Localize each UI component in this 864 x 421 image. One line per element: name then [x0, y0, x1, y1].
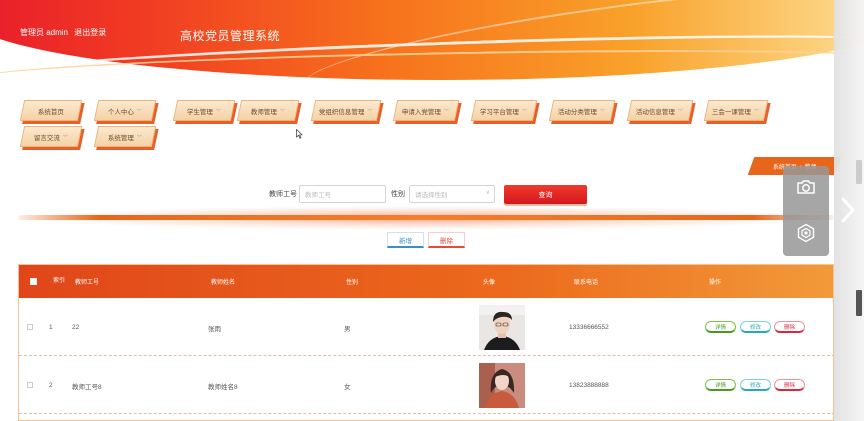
scrollbar-thumb[interactable] [856, 290, 862, 316]
logout-link[interactable]: 退出登录 [74, 28, 106, 37]
gender-select[interactable]: 请选择性别 ∨ [409, 185, 495, 203]
chevron-down-icon: ﹀ [279, 108, 285, 114]
cell-index: 1 [49, 324, 53, 331]
table-header: 索引 教师工号 教师姓名 性别 头像 联系电话 操作 [19, 265, 833, 298]
nav-item-label: 活动信息管理 [636, 108, 676, 116]
nav-item-label: 活动分类管理 [558, 108, 598, 116]
nav-item-student-management[interactable]: 学生管理 ﹀ [172, 100, 236, 121]
chevron-down-icon: ﹀ [136, 134, 142, 140]
gender-label: 性别 [391, 191, 405, 198]
teacher-no-label: 教师工号 [269, 191, 297, 198]
cell-name: 教师姓名8 [208, 383, 238, 391]
detail-button[interactable]: 详情 [705, 321, 736, 333]
chevron-down-icon: ﹀ [600, 108, 606, 114]
detail-button[interactable]: 详情 [705, 379, 736, 391]
edit-button[interactable]: 修改 [740, 379, 771, 391]
table-row: 1 22 张雨 男 13336666552 详情 修改 删除 [19, 299, 833, 356]
nav-item-home[interactable]: 系统首页 [19, 100, 83, 121]
nav-item-party-application[interactable]: 申请入党管理 ﹀ [392, 100, 460, 121]
chevron-down-icon: ﹀ [754, 108, 760, 114]
nav-item-learning-platform[interactable]: 学习平台管理 ﹀ [470, 100, 538, 121]
nav-item-label: 学习平台管理 [480, 108, 520, 116]
mouse-cursor-icon [296, 129, 303, 139]
nav-item-activity-category[interactable]: 活动分类管理 ﹀ [548, 100, 616, 121]
column-header-phone: 联系电话 [574, 280, 599, 286]
column-header-index: 索引 [53, 278, 66, 285]
column-header-avatar: 头像 [483, 280, 496, 286]
chevron-down-icon: ﹀ [522, 108, 528, 114]
chevron-down-icon: ﹀ [136, 108, 142, 114]
user-welcome: 管理员 admin 退出登录 [20, 27, 110, 38]
page: 管理员 admin 退出登录 高校党员管理系统 系统首页 个人中心 ﹀ 学生管理 ﹀… [0, 0, 864, 421]
teacher-no-input[interactable]: 教师工号 [299, 185, 386, 203]
row-checkbox[interactable] [27, 382, 33, 388]
batch-delete-button[interactable]: 删除 [428, 232, 465, 248]
column-header-actions: 操作 [709, 280, 722, 286]
cell-gender: 男 [344, 325, 351, 333]
nav-item-label: 留言交流 [33, 134, 60, 142]
cell-gender: 女 [344, 383, 351, 391]
table-row: 2 教师工号8 教师姓名8 女 13823888888 详情 修改 删除 [19, 357, 833, 414]
avatar [479, 305, 525, 350]
camera-icon[interactable] [793, 174, 819, 200]
row-checkbox[interactable] [27, 324, 33, 330]
nav-item-party-org[interactable]: 党组织信息管理 ﹀ [310, 100, 382, 121]
chevron-down-icon: ﹀ [367, 108, 373, 114]
header-banner: 管理员 admin 退出登录 高校党员管理系统 [0, 0, 864, 90]
column-header-name: 教师姓名 [211, 280, 236, 286]
teacher-table: 索引 教师工号 教师姓名 性别 头像 联系电话 操作 1 22 张雨 男 133… [18, 264, 834, 421]
chevron-down-icon: ﹀ [62, 134, 68, 140]
column-header-gender: 性别 [346, 280, 359, 286]
avatar [479, 363, 525, 408]
floating-tool-panel [783, 166, 829, 256]
avatar-photo-female [479, 363, 525, 408]
avatar-photo-male [479, 305, 525, 350]
cell-phone: 13823888888 [569, 382, 609, 389]
decorative-divider [18, 215, 834, 220]
ai-hexagon-icon[interactable] [793, 220, 819, 246]
delete-button[interactable]: 删除 [774, 379, 805, 391]
nav-item-label: 个人中心 [107, 108, 134, 116]
nav-item-label: 系统首页 [38, 108, 64, 116]
nav-item-three-meetings[interactable]: 三会一课管理 ﹀ [703, 100, 769, 121]
nav-item-personal-center[interactable]: 个人中心 ﹀ [93, 100, 157, 121]
chevron-down-icon: ﹀ [444, 108, 450, 114]
nav-item-label: 学生管理 [186, 108, 213, 116]
cell-teacher-no: 教师工号8 [72, 383, 102, 391]
select-all-checkbox[interactable] [30, 278, 37, 285]
nav-item-activity-info[interactable]: 活动信息管理 ﹀ [626, 100, 694, 121]
welcome-text: 管理员 admin [20, 28, 69, 37]
nav-item-system-management[interactable]: 系统管理 ﹀ [93, 126, 157, 147]
cell-teacher-no: 22 [72, 324, 80, 331]
query-button[interactable]: 查询 [504, 185, 587, 204]
nav-item-label: 系统管理 [107, 134, 134, 142]
chevron-down-icon: ﹀ [215, 108, 221, 114]
cell-index: 2 [49, 382, 53, 389]
nav-item-label: 党组织信息管理 [319, 108, 365, 116]
add-button[interactable]: 新增 [387, 232, 424, 248]
chevron-down-icon: ∨ [485, 190, 490, 196]
nav-item-label: 教师管理 [250, 108, 277, 116]
nav-item-teacher-management[interactable]: 教师管理 ﹀ [236, 100, 300, 121]
cell-phone: 13336666552 [569, 324, 609, 331]
column-header-teacher-no: 教师工号 [75, 280, 100, 286]
nav-item-label: 三会一课管理 [712, 108, 752, 116]
nav-item-label: 申请入党管理 [402, 108, 442, 116]
cell-name: 张雨 [208, 325, 221, 333]
scrollbar-thumb[interactable] [856, 160, 862, 184]
edit-button[interactable]: 修改 [740, 321, 771, 333]
chevron-down-icon: ﹀ [678, 108, 684, 114]
delete-button[interactable]: 删除 [774, 321, 805, 333]
chevron-right-icon[interactable] [838, 195, 858, 225]
gender-select-placeholder: 请选择性别 [415, 192, 448, 199]
site-title: 高校党员管理系统 [180, 29, 281, 43]
nav-item-message[interactable]: 留言交流 ﹀ [19, 126, 83, 147]
